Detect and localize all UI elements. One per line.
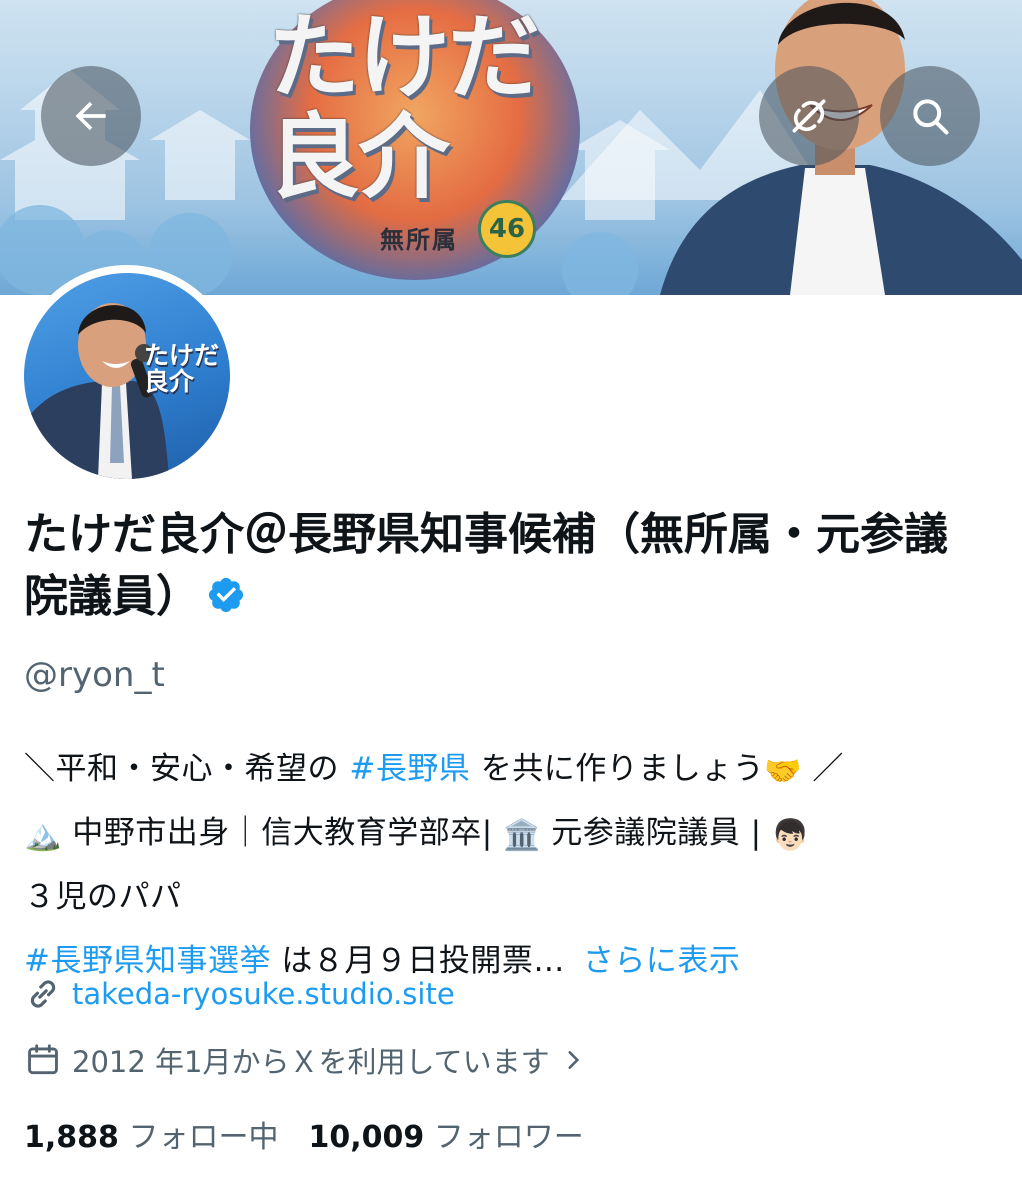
- search-button[interactable]: [880, 66, 980, 166]
- bio-text: は８月９日投開票…: [270, 943, 565, 979]
- chevron-right-icon: [568, 1051, 579, 1069]
- bio-text: ＼平和・安心・希望の: [24, 751, 350, 787]
- follow-stats: 1,888 フォロー中 10,009 フォロワー: [24, 1112, 584, 1156]
- following-count: 1,888: [24, 1120, 119, 1155]
- followers-link[interactable]: 10,009 フォロワー: [308, 1120, 583, 1155]
- bio-text: 元参議院議員 |: [540, 815, 772, 851]
- joined-date: 2012 年1月からＸを利用しています: [72, 1045, 550, 1079]
- handshake-emoji-icon: 🤝: [764, 754, 803, 789]
- website-row[interactable]: takeda-ryosuke.studio.site: [24, 975, 455, 1013]
- banner-poster-title: たけだ 良介: [268, 4, 540, 211]
- bio-text: を共に作りましょう: [470, 751, 765, 787]
- website-link[interactable]: takeda-ryosuke.studio.site: [72, 977, 455, 1011]
- bio-text: 中野市出身｜信大教育学部卒|: [61, 815, 504, 851]
- profile-handle: @ryon_t: [24, 655, 165, 695]
- share-button[interactable]: [759, 66, 859, 166]
- joined-row[interactable]: 2012 年1月からＸを利用しています: [24, 1039, 586, 1081]
- verified-badge-icon: [208, 577, 244, 613]
- profile-bio: ＼平和・安心・希望の #長野県 を共に作りましょう🤝 ／ 🏔️ 中野市出身｜信大…: [24, 737, 1004, 993]
- followers-label: フォロワー: [433, 1120, 584, 1155]
- profile-banner[interactable]: たけだ 良介 無所属 46: [0, 0, 1022, 295]
- profile-avatar[interactable]: たけだ 良介: [16, 265, 238, 487]
- link-icon: [30, 980, 56, 1008]
- calendar-icon: [28, 1044, 58, 1075]
- back-arrow-icon: [75, 101, 106, 131]
- mountain-emoji-icon: 🏔️: [24, 818, 62, 853]
- show-more-link[interactable]: さらに表示: [583, 943, 741, 979]
- following-link[interactable]: 1,888 フォロー中: [24, 1120, 278, 1155]
- bio-text: ／: [802, 751, 844, 787]
- followers-count: 10,009: [308, 1120, 425, 1155]
- hashtag-link[interactable]: #長野県: [349, 751, 470, 787]
- bio-text: ３児のパパ: [24, 879, 182, 915]
- display-name: たけだ良介＠長野県知事候補（無所属・元参議院議員）: [24, 504, 984, 628]
- boy-emoji-icon: 👦🏻: [771, 818, 810, 853]
- classical-building-emoji-icon: 🏛️: [503, 818, 541, 853]
- following-label: フォロー中: [128, 1120, 279, 1155]
- avatar-poster-text: たけだ 良介: [144, 341, 220, 396]
- avatar-image: たけだ 良介: [24, 273, 230, 479]
- search-icon: [913, 99, 949, 135]
- bio-line-1: ＼平和・安心・希望の #長野県 を共に作りましょう🤝 ／: [24, 737, 1004, 801]
- hashtag-link[interactable]: #長野県知事選挙: [24, 943, 271, 979]
- no-connection-icon: [792, 99, 826, 133]
- display-name-text: たけだ良介＠長野県知事候補（無所属・元参議院議員）: [24, 509, 948, 622]
- banner-poster-subtitle: 無所属: [380, 226, 458, 254]
- bio-line-2: 🏔️ 中野市出身｜信大教育学部卒| 🏛️ 元参議院議員 | 👦🏻: [24, 801, 1004, 865]
- back-button[interactable]: [41, 66, 141, 166]
- bio-line-3: ３児のパパ: [24, 865, 1004, 929]
- banner-poster-number: 46: [478, 200, 536, 258]
